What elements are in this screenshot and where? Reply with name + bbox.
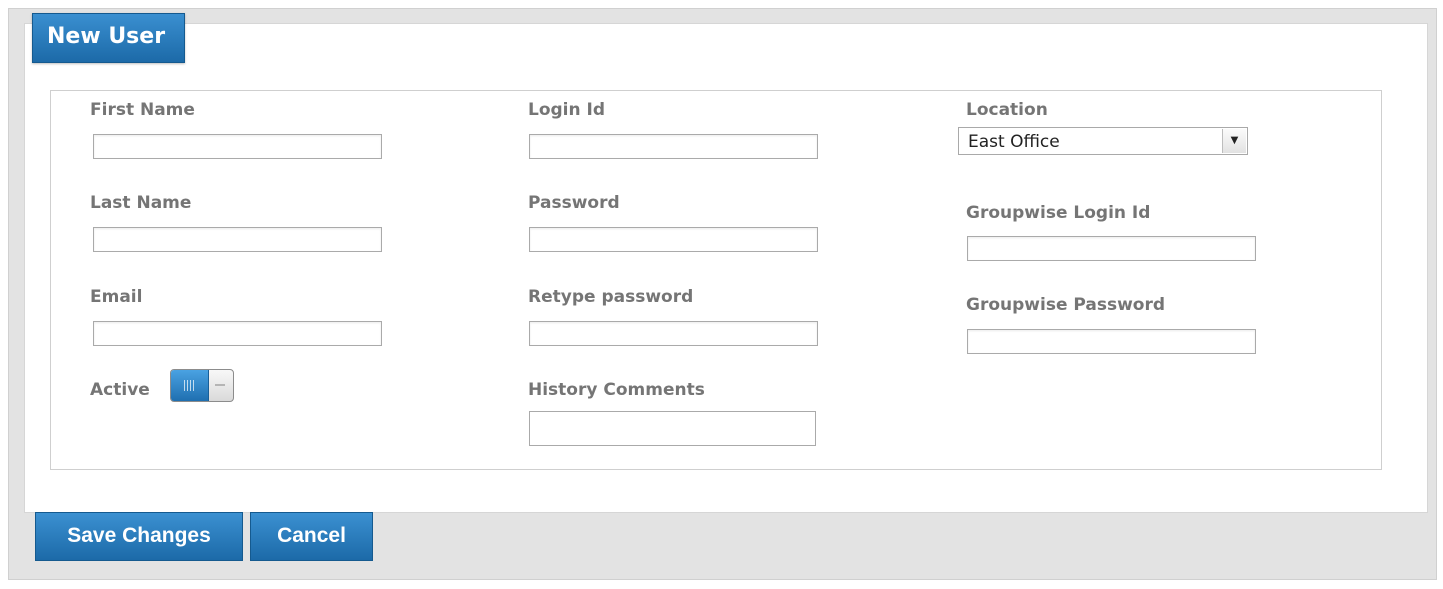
last-name-label: Last Name	[90, 193, 192, 213]
retype-password-input[interactable]	[529, 321, 818, 346]
toggle-on-segment	[171, 370, 209, 401]
history-comments-label: History Comments	[528, 380, 705, 400]
last-name-input[interactable]	[93, 227, 382, 252]
cancel-button[interactable]: Cancel	[250, 512, 373, 561]
groupwise-login-id-input[interactable]	[967, 236, 1256, 261]
password-input[interactable]	[529, 227, 818, 252]
form-title: New User	[32, 13, 185, 63]
save-changes-button[interactable]: Save Changes	[35, 512, 243, 561]
retype-password-label: Retype password	[528, 287, 694, 307]
active-label: Active	[90, 380, 150, 400]
login-id-input[interactable]	[529, 134, 818, 159]
dropdown-arrow-icon[interactable]: ▼	[1222, 129, 1246, 153]
groupwise-password-label: Groupwise Password	[966, 295, 1166, 315]
active-toggle[interactable]	[170, 369, 234, 402]
email-label: Email	[90, 287, 143, 307]
location-select[interactable]: East Office ▼	[958, 127, 1248, 155]
location-selected-value: East Office	[968, 132, 1060, 152]
location-label: Location	[966, 100, 1048, 120]
login-id-label: Login Id	[528, 100, 606, 120]
email-input[interactable]	[93, 321, 382, 346]
first-name-input[interactable]	[93, 134, 382, 159]
toggle-off-line	[215, 384, 225, 386]
first-name-label: First Name	[90, 100, 195, 120]
groupwise-password-input[interactable]	[967, 329, 1256, 354]
toggle-grip-icon	[184, 380, 196, 391]
password-label: Password	[528, 193, 620, 213]
history-comments-input[interactable]	[529, 411, 816, 446]
groupwise-login-id-label: Groupwise Login Id	[966, 203, 1151, 223]
